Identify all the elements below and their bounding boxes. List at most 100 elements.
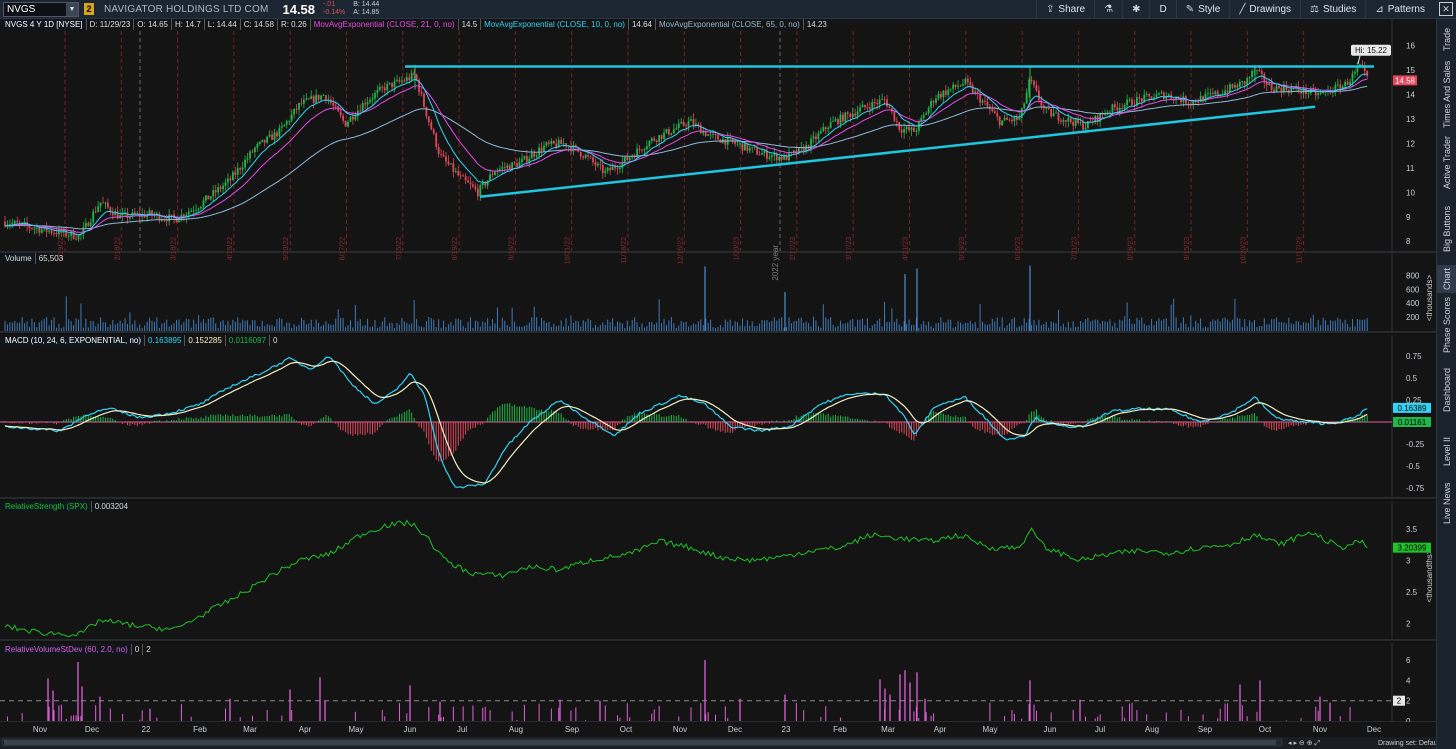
header-field: C: 14.58 xyxy=(241,19,278,30)
candle-body xyxy=(298,103,300,110)
date-label: 9/16/22 xyxy=(508,237,515,260)
rs-panel-bg xyxy=(0,501,1436,640)
candle-body xyxy=(322,95,325,97)
candle-body xyxy=(405,77,408,82)
candle-body xyxy=(209,196,212,200)
candle-body xyxy=(648,141,651,147)
chart-area[interactable]: 1/19/22 2/18/22 3/18/22 4/15/22 5/20/22 6/17/… xyxy=(0,19,1441,749)
candle-body xyxy=(38,227,41,233)
candle-body xyxy=(665,129,668,133)
toolbar-button-drawings[interactable]: ╱ Drawings xyxy=(1229,0,1300,19)
header-field: Volume xyxy=(2,253,36,264)
candle-body xyxy=(888,106,891,108)
candle-body xyxy=(102,202,104,204)
toolbar-button-patterns[interactable]: ⊿ Patterns xyxy=(1365,0,1434,19)
rs-unit-label: <thousandths> xyxy=(1425,549,1434,602)
candle-body xyxy=(420,92,423,95)
rv-tick-label: 4 xyxy=(1406,676,1411,685)
candle-body xyxy=(190,210,193,212)
study-label[interactable]: MovAvgExponential (CLOSE, 65, 0, no) xyxy=(656,19,804,30)
candle-body xyxy=(579,151,582,157)
side-tab-chart[interactable]: Chart xyxy=(1437,265,1456,293)
candle-body xyxy=(1003,117,1006,121)
candle-body xyxy=(1351,73,1354,82)
rv-value-tag-text: 2 xyxy=(1397,697,1402,706)
candle-body xyxy=(525,156,528,163)
study-label[interactable]: MovAvgExponential (CLOSE, 21, 0, no) xyxy=(311,19,459,30)
candle-body xyxy=(839,114,842,125)
study-label[interactable]: MovAvgExponential (CLOSE, 10, 0, no) xyxy=(481,19,629,30)
side-tab-big-buttons[interactable]: Big Buttons xyxy=(1437,193,1456,265)
candle-body xyxy=(359,110,362,112)
scrollbar-thumb[interactable] xyxy=(4,740,1276,745)
candle-body xyxy=(1248,77,1251,78)
candle-body xyxy=(229,178,232,181)
volume-header: Volume 65,503 xyxy=(2,253,66,264)
candle-body xyxy=(1209,92,1212,94)
candle-body xyxy=(1001,120,1004,126)
candle-body xyxy=(748,147,751,151)
candle-body xyxy=(53,232,55,234)
x-axis-label: Jul xyxy=(457,725,467,734)
candle-body xyxy=(1148,94,1151,97)
candle-body xyxy=(540,147,543,152)
toolbar-button-style[interactable]: ✎ Style xyxy=(1175,0,1230,19)
hi-label-text: Hi: 15.22 xyxy=(1355,46,1388,55)
candle-body xyxy=(285,121,288,125)
candle-body xyxy=(388,82,391,84)
toolbar-button-label: Style xyxy=(1198,4,1221,15)
x-axis-label: Dec xyxy=(85,725,99,734)
x-axis-label: Apr xyxy=(934,725,947,734)
date-label: 10/20/23 xyxy=(1240,237,1247,264)
candle-body xyxy=(486,180,489,186)
candle-body xyxy=(339,111,342,116)
candle-body xyxy=(425,106,428,117)
candle-body xyxy=(1013,116,1016,122)
candle-body xyxy=(582,156,585,158)
candle-body xyxy=(1033,80,1035,86)
candle-body xyxy=(942,90,945,98)
macd-tick-label: 0.5 xyxy=(1406,374,1418,383)
side-tab-dashboard[interactable]: Dashboard xyxy=(1437,357,1456,423)
candle-body xyxy=(1023,103,1026,109)
candle-body xyxy=(1121,107,1124,109)
candle-body xyxy=(751,147,754,149)
candle-body xyxy=(829,121,832,129)
side-tab-level-ii[interactable]: Level II xyxy=(1437,425,1456,477)
side-tab-live-news[interactable]: Live News xyxy=(1437,479,1456,527)
header-field: 0.152285 xyxy=(185,335,226,346)
candle-body xyxy=(1231,84,1234,88)
close-icon[interactable]: ✕ xyxy=(1439,2,1453,16)
toolbar-button-share[interactable]: ⇪ Share xyxy=(1036,0,1094,19)
toolbar-button-gear[interactable]: ✱ xyxy=(1122,0,1149,19)
side-tab-trade[interactable]: Trade xyxy=(1437,19,1456,59)
side-tab-times-and-sales[interactable]: Times And Sales xyxy=(1437,59,1456,129)
candle-body xyxy=(895,121,898,122)
company-name: NAVIGATOR HOLDINGS LTD COM xyxy=(104,3,269,15)
candle-body xyxy=(224,182,227,186)
side-tab-active-trader[interactable]: Active Trader xyxy=(1437,131,1456,193)
link-badge[interactable]: 2 xyxy=(84,3,94,15)
candle-body xyxy=(1268,83,1271,86)
symbol-input[interactable]: NVGS ▼ xyxy=(3,1,79,17)
candle-body xyxy=(1062,120,1065,122)
candle-body xyxy=(107,202,109,208)
toolbar-button-studies[interactable]: ⚖ Studies xyxy=(1300,0,1365,19)
candle-body xyxy=(1336,84,1339,86)
candle-body xyxy=(957,86,959,88)
candle-body xyxy=(543,145,545,152)
candle-body xyxy=(1366,70,1369,76)
chart-canvas[interactable]: 1/19/22 2/18/22 3/18/22 4/15/22 5/20/22 6/17/… xyxy=(0,19,1441,749)
candle-body xyxy=(979,93,981,103)
toolbar-button-flask[interactable]: ⚗ xyxy=(1094,0,1122,19)
side-tab-phase-scores[interactable]: Phase Scores xyxy=(1437,295,1456,355)
chevron-down-icon[interactable]: ▼ xyxy=(66,2,78,16)
x-axis-label: Apr xyxy=(299,725,312,734)
candle-body xyxy=(214,190,217,193)
candle-body xyxy=(815,136,817,140)
gear-icon: ✱ xyxy=(1132,4,1141,15)
toolbar-button-d[interactable]: D xyxy=(1149,0,1175,19)
candle-body xyxy=(1057,112,1060,121)
volume-unit-label: <thousands> xyxy=(1425,275,1434,322)
candle-body xyxy=(383,87,386,91)
